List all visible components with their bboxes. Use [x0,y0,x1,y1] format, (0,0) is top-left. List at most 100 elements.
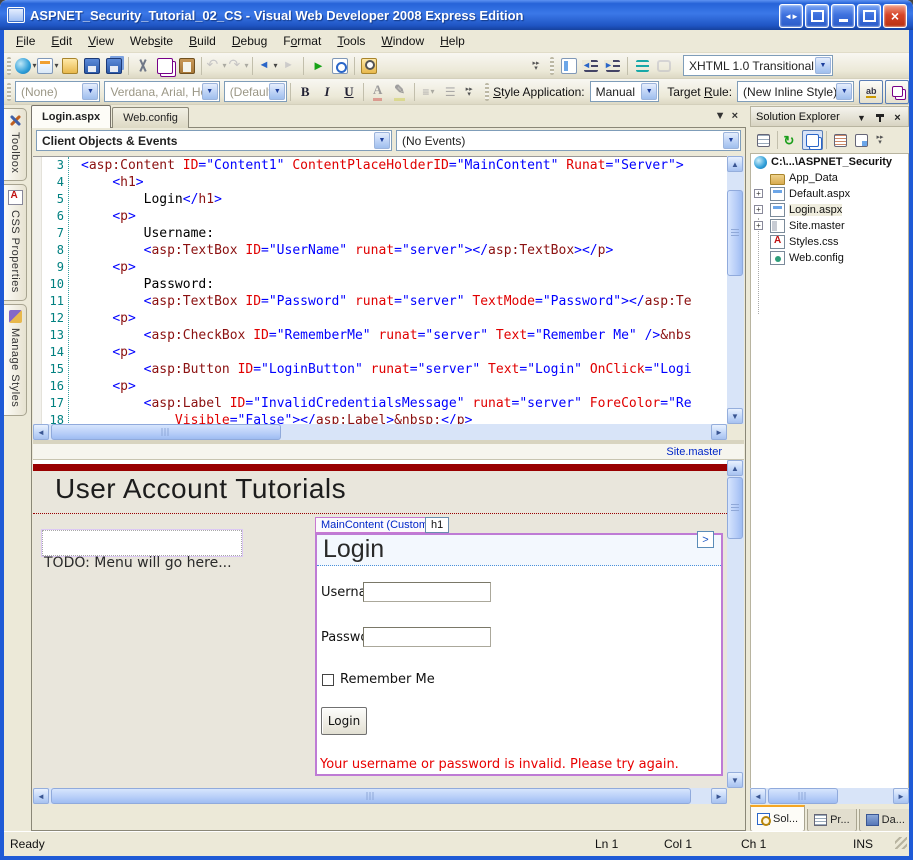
maximize-button[interactable] [857,4,881,28]
save-all-button[interactable] [103,55,125,77]
copy-button[interactable] [154,55,176,77]
properties-button[interactable] [753,130,774,150]
view-in-browser-button[interactable] [329,55,351,77]
add-item-button[interactable]: ▾ [37,55,59,77]
new-website-button[interactable]: ▾ [15,55,37,77]
menu-help[interactable]: Help [432,31,473,51]
anchor-button[interactable] [653,55,675,77]
login-button[interactable]: Login [321,707,367,735]
start-debugging-button[interactable] [307,55,329,77]
tree-item-default-aspx[interactable]: +Default.aspx [751,186,908,202]
window-popout-button[interactable] [805,4,829,28]
remember-me-checkbox[interactable] [322,674,334,686]
tree-root-project[interactable]: C:\...\ASPNET_Security [751,154,908,170]
tab-web-config[interactable]: Web.config [112,107,189,128]
paste-button[interactable] [176,55,198,77]
close-button[interactable]: × [883,4,907,28]
navigate-backward-button[interactable]: ▾ [256,55,278,77]
window-switch-button[interactable]: ◄► [779,4,803,28]
target-rule-select[interactable]: (New Inline Style)▼ [737,81,854,102]
solution-hscroll-thumb[interactable] [768,788,838,804]
toolbar-grip[interactable] [7,57,11,75]
scroll-left-button[interactable]: ◄ [33,424,49,440]
event-dropdown[interactable]: (No Events)▼ [396,130,741,151]
toolbar-overflow-button[interactable]: ▸▸▾ [463,87,475,97]
align-button[interactable]: ≡▾ [418,81,440,103]
h1-element-tab[interactable]: h1 [425,517,449,533]
editor-vertical-scrollbar[interactable]: ▲ ▼ [727,156,744,424]
panel-tab-properties-window[interactable]: Pr... [807,809,857,832]
panel-menu-button[interactable]: ▼ [854,110,869,125]
decrease-indent-button[interactable] [580,55,602,77]
format-document-button[interactable] [558,55,580,77]
tree-item-site-master[interactable]: +Site.master [751,218,908,234]
expand-plus-icon[interactable]: + [754,221,763,230]
scroll-right-button[interactable]: ► [893,788,909,804]
view-code-button[interactable] [830,130,851,150]
css-class-select[interactable]: (None)▼ [15,81,100,102]
redo-button[interactable]: ▾ [227,55,249,77]
tree-item-app_data[interactable]: App_Data [751,170,908,186]
scroll-left-button[interactable]: ◄ [750,788,766,804]
toolbar-grip[interactable] [550,57,554,75]
solution-horizontal-scrollbar[interactable]: ◄ ► [750,788,909,804]
side-tab-manage-styles[interactable]: Manage Styles [4,304,27,415]
title-bar[interactable]: ASPNET_Security_Tutorial_02_CS - Visual … [0,0,913,30]
menu-build[interactable]: Build [181,31,224,51]
save-button[interactable] [81,55,103,77]
object-dropdown[interactable]: Client Objects & Events▼ [36,130,392,151]
toolbar-grip[interactable] [485,83,489,101]
tab-list-button[interactable]: ▼ [715,110,726,122]
code-editor[interactable]: 3<asp:Content ID="Content1" ContentPlace… [33,156,727,425]
menu-file[interactable]: File [8,31,43,51]
design-hscroll-thumb[interactable] [51,788,691,804]
resize-grip[interactable] [895,837,907,849]
cut-button[interactable] [132,55,154,77]
menu-view[interactable]: View [80,31,122,51]
underline-button[interactable]: U [338,81,360,103]
toolbar-grip[interactable] [7,83,11,101]
scroll-down-button[interactable]: ▼ [727,408,743,424]
bullet-list-button[interactable]: ☰ [439,81,461,103]
close-panel-button[interactable]: × [890,110,905,125]
menu-website[interactable]: Website [122,31,181,51]
username-textbox[interactable] [363,582,491,602]
scroll-up-button[interactable]: ▲ [727,460,743,476]
font-size-select[interactable]: (Default▼ [224,81,288,102]
solution-explorer-titlebar[interactable]: Solution Explorer ▼ × [750,106,909,127]
editor-horizontal-scrollbar[interactable]: ◄ ► [33,424,727,440]
scroll-right-button[interactable]: ► [711,788,727,804]
scroll-down-button[interactable]: ▼ [727,772,743,788]
smart-tag-button[interactable]: > [697,531,714,548]
menu-window[interactable]: Window [373,31,432,51]
menu-debug[interactable]: Debug [224,31,275,51]
auto-hide-pin-button[interactable] [872,110,887,125]
tree-item-web-config[interactable]: Web.config [751,250,908,266]
attach-styles-button[interactable] [885,80,909,104]
font-family-select[interactable]: Verdana, Arial, Hel▼ [104,81,219,102]
minimize-button[interactable] [831,4,855,28]
undo-button[interactable]: ▾ [205,55,227,77]
solution-tree[interactable]: C:\...\ASPNET_SecurityApp_Data+Default.a… [750,153,909,790]
italic-button[interactable]: I [316,81,338,103]
editor-scroll-thumb[interactable] [727,190,743,276]
expand-plus-icon[interactable]: + [754,205,763,214]
open-button[interactable] [59,55,81,77]
close-document-button[interactable]: × [732,110,738,122]
main-content-region[interactable]: Login Username: Password: Remember Me Lo… [315,533,723,776]
doctype-select[interactable]: XHTML 1.0 Transitional ( ▼ [683,55,833,76]
bold-button[interactable]: B [294,81,316,103]
scroll-up-button[interactable]: ▲ [727,156,743,172]
menu-edit[interactable]: Edit [43,31,80,51]
menu-format[interactable]: Format [275,31,329,51]
increase-indent-button[interactable] [602,55,624,77]
master-page-label[interactable]: Site.master [666,446,722,458]
new-style-button[interactable]: ab [859,80,883,104]
menu-tools[interactable]: Tools [329,31,373,51]
design-vertical-scrollbar[interactable]: ▲ ▼ [727,460,744,788]
tree-item-styles-css[interactable]: Styles.css [751,234,908,250]
content-region-tab[interactable]: MainContent (Custom) [315,517,438,533]
side-tab-css-properties[interactable]: CSS Properties [4,184,27,301]
view-designer-button[interactable] [851,130,872,150]
navigate-forward-button[interactable] [278,55,300,77]
